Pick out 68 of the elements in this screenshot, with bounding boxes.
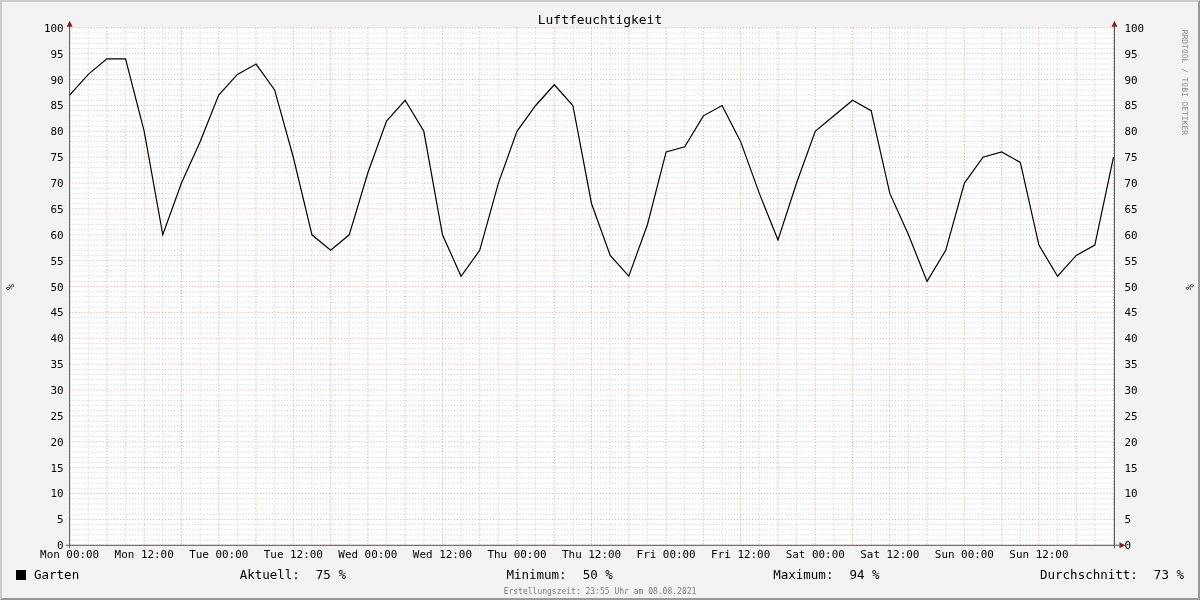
y-tick-label: 95 <box>50 47 64 61</box>
stat-value: 75 % <box>315 565 346 584</box>
y-tick-label: 75 <box>1124 151 1138 165</box>
x-tick-label: Sun 12:00 <box>1009 548 1069 562</box>
y-tick-label: 30 <box>50 384 64 397</box>
y-tick-label: 40 <box>50 332 64 346</box>
y-tick-label: 50 <box>50 280 64 294</box>
y-tick-label: 65 <box>50 202 64 216</box>
x-tick-label: Tue 00:00 <box>189 548 249 562</box>
y-tick-label: 65 <box>1124 202 1138 216</box>
y-tick-label: 5 <box>57 513 64 527</box>
y-tick-label: 100 <box>1124 21 1145 35</box>
y-tick-label: 70 <box>50 177 64 191</box>
stat-label: Durchschnitt: <box>1040 565 1138 584</box>
legend-label: Garten <box>34 565 80 584</box>
y-tick-label: 45 <box>1124 306 1138 320</box>
y-tick-label: 35 <box>50 358 64 372</box>
stat-label: Minimum: <box>506 565 567 584</box>
y-tick-label: 80 <box>50 125 64 139</box>
x-tick-label: Sun 00:00 <box>934 548 994 562</box>
y-tick-label: 10 <box>50 487 64 501</box>
y-tick-label: 50 <box>1124 280 1138 294</box>
creation-time: Erstellungszeit: 23:55 Uhr am 08.08.2021 <box>502 586 698 598</box>
y-tick-label: 20 <box>50 435 64 449</box>
y-tick-label: 60 <box>50 228 64 242</box>
y-tick-label: 5 <box>1124 513 1131 527</box>
y-axis-label: % <box>5 284 16 291</box>
y-axis-label: % <box>1184 284 1195 291</box>
y-tick-label: 15 <box>50 461 64 475</box>
y-tick-label: 55 <box>1124 254 1138 268</box>
y-tick-label: 90 <box>1124 73 1138 87</box>
y-tick-label: 85 <box>1124 99 1138 113</box>
x-tick-label: Fri 12:00 <box>711 548 771 562</box>
credit-text: RRDTOOL / TOBI OETIKER <box>1180 29 1189 135</box>
stat-label: Maximum: <box>773 565 834 584</box>
chart-title: Luftfeuchtigkeit <box>537 11 663 27</box>
y-tick-label: 0 <box>1124 539 1131 553</box>
x-tick-label: Thu 00:00 <box>487 548 547 562</box>
y-tick-label: 100 <box>43 21 64 35</box>
y-tick-label: 45 <box>50 306 64 320</box>
x-tick-label: Mon 12:00 <box>114 548 174 562</box>
y-tick-label: 35 <box>1124 358 1138 372</box>
x-tick-label: Wed 12:00 <box>412 548 472 562</box>
x-tick-label: Sat 12:00 <box>860 548 920 562</box>
y-tick-label: 20 <box>1124 435 1138 449</box>
y-tick-label: 85 <box>50 99 64 113</box>
y-tick-label: 30 <box>1124 384 1138 397</box>
y-tick-label: 55 <box>50 254 64 268</box>
stat-value: 73 % <box>1153 565 1184 584</box>
y-tick-label: 10 <box>1124 487 1138 501</box>
stat-value: 94 % <box>849 565 880 584</box>
y-tick-label: 60 <box>1124 228 1138 242</box>
y-tick-label: 80 <box>1124 125 1138 139</box>
x-tick-label: Wed 00:00 <box>338 548 398 562</box>
x-tick-label: Sat 00:00 <box>785 548 845 562</box>
x-tick-label: Tue 12:00 <box>263 548 323 562</box>
x-tick-label: Thu 12:00 <box>562 548 622 562</box>
stat-value: 50 % <box>582 565 613 584</box>
y-tick-label: 40 <box>1124 332 1138 346</box>
y-tick-label: 15 <box>1124 461 1138 475</box>
y-tick-label: 95 <box>1124 47 1138 61</box>
x-tick-label: Fri 00:00 <box>636 548 696 562</box>
stat-label: Aktuell: <box>239 565 300 584</box>
y-tick-label: 90 <box>50 73 64 87</box>
y-tick-label: 25 <box>1124 409 1138 423</box>
y-tick-label: 70 <box>1124 177 1138 191</box>
y-tick-label: 25 <box>50 409 64 423</box>
y-tick-label: 75 <box>50 151 64 165</box>
